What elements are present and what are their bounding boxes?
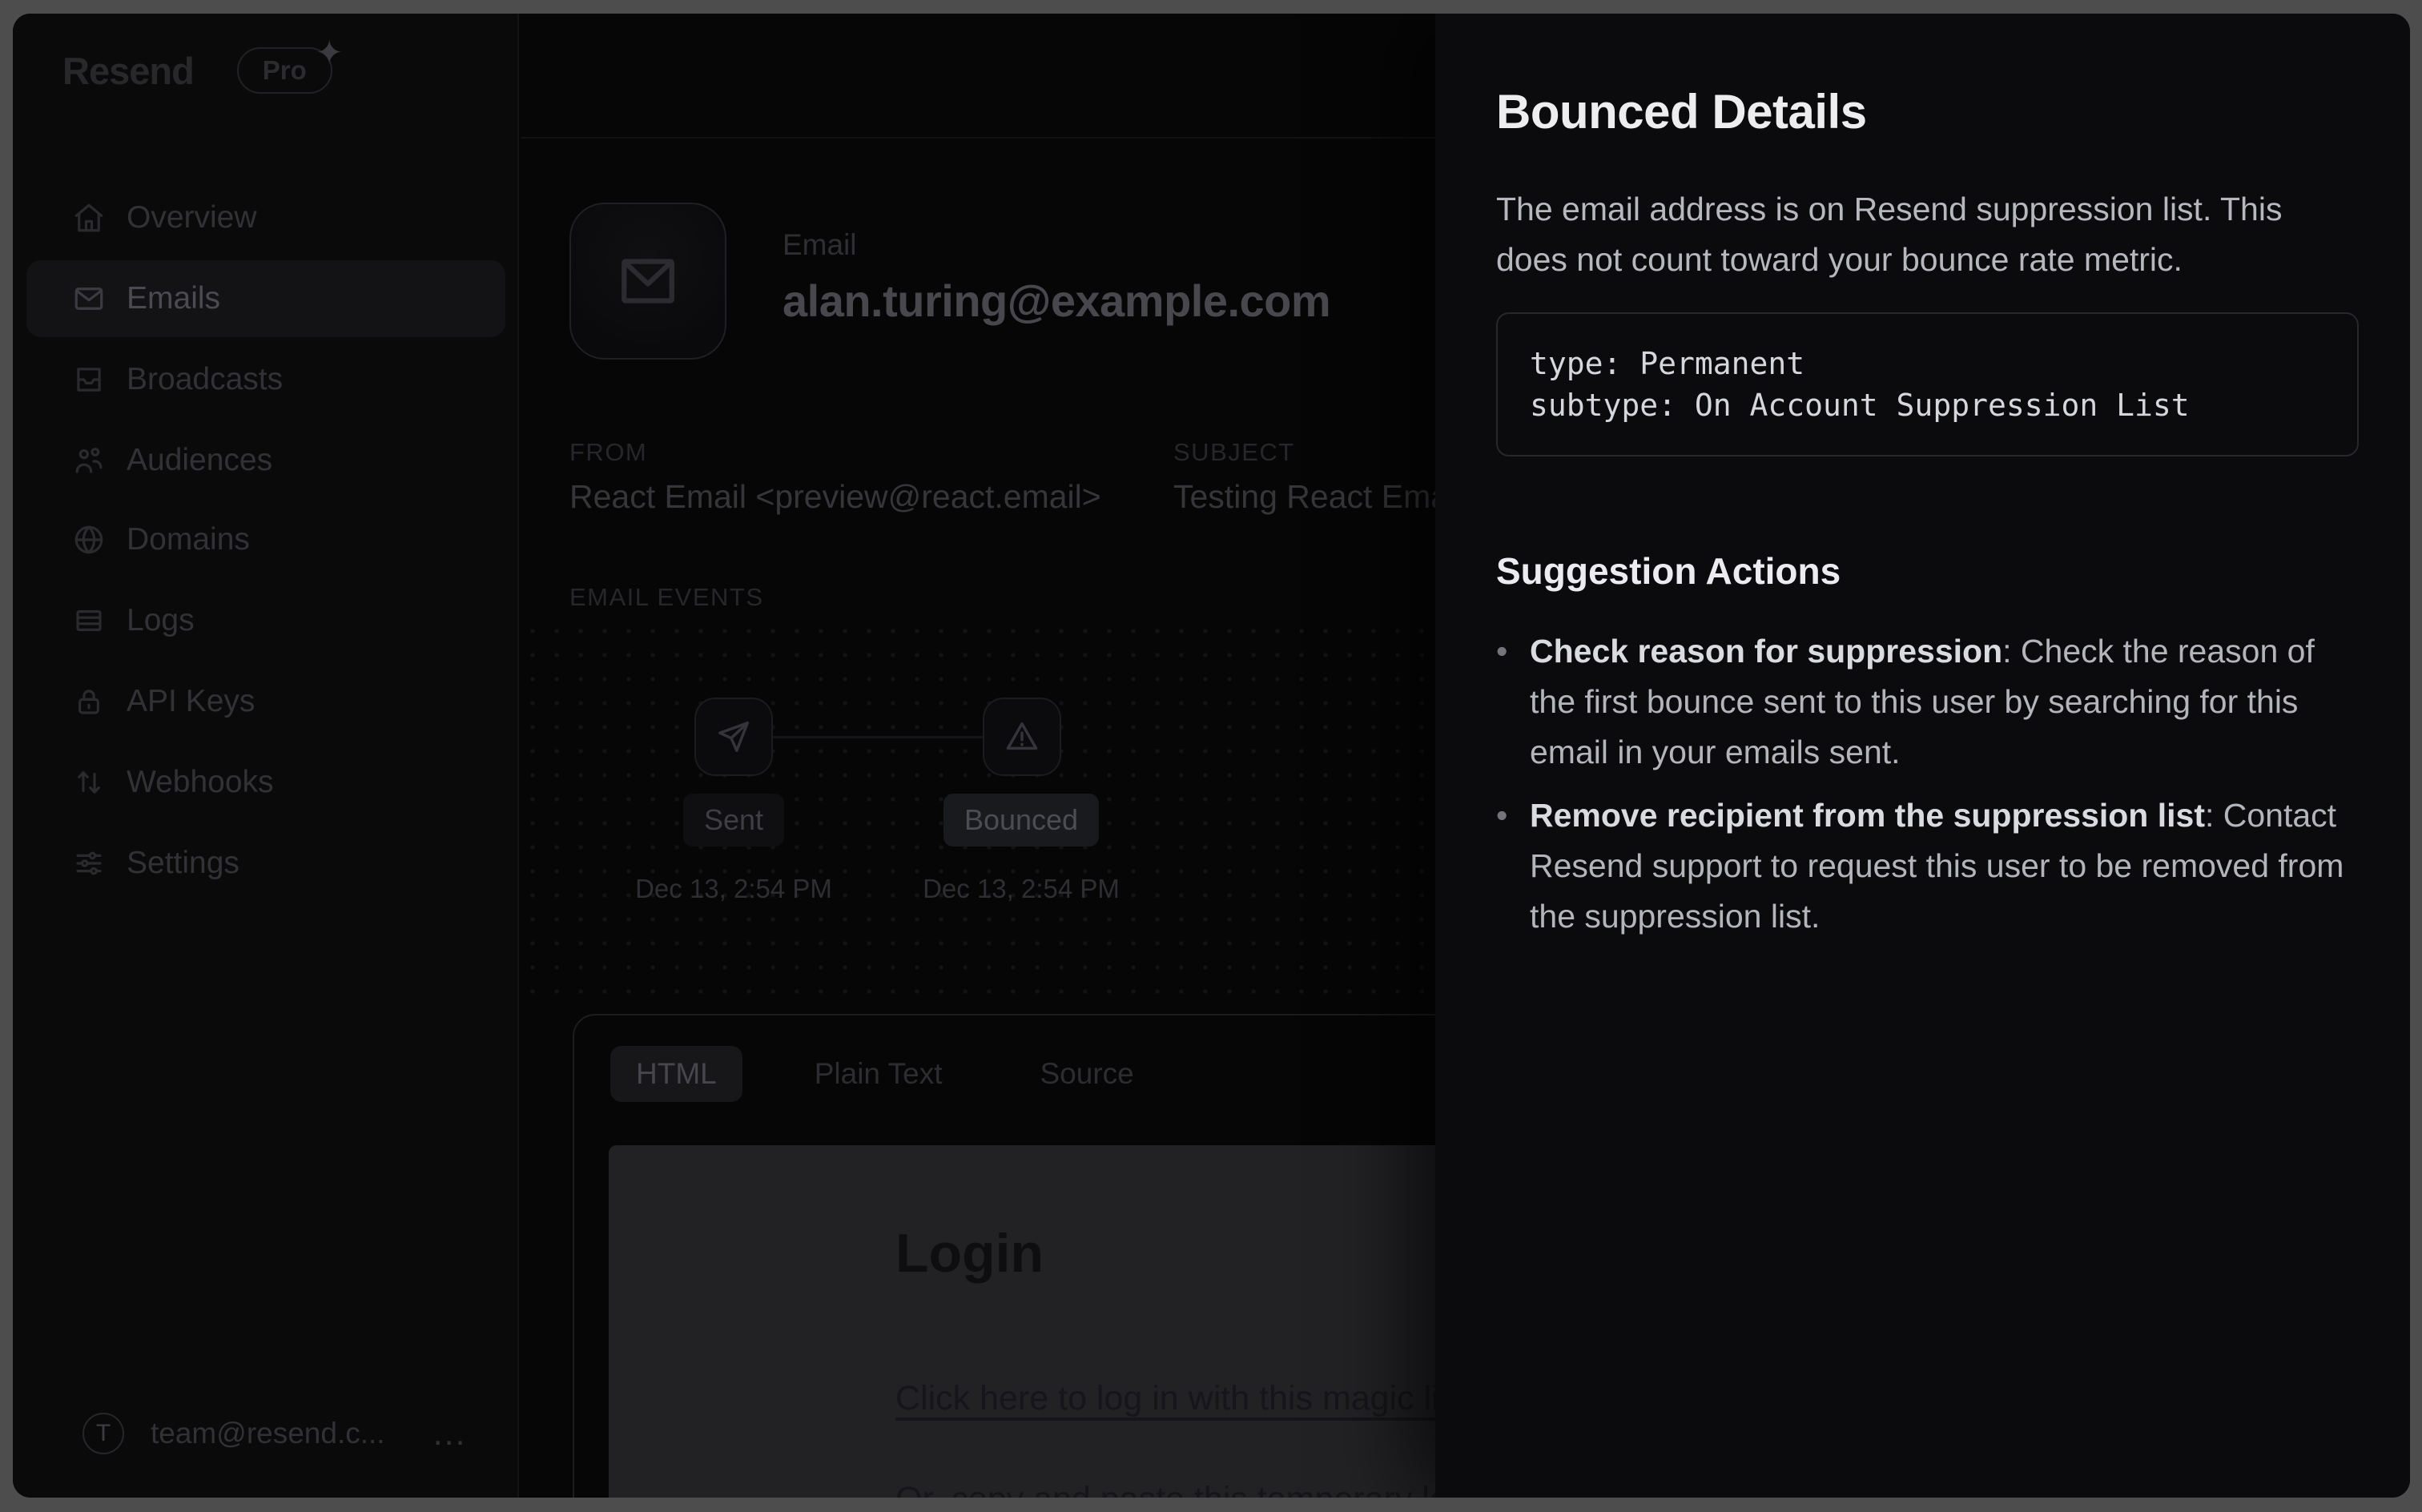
bounced-status-badge[interactable]: Bounced bbox=[943, 794, 1099, 846]
send-icon bbox=[715, 718, 752, 755]
sidebar-item-audiences[interactable]: Audiences bbox=[26, 422, 505, 499]
preview-footer-text: Or, copy and paste this temporary logi bbox=[895, 1480, 1475, 1498]
bounced-timestamp: Dec 13, 2:54 PM bbox=[923, 874, 1120, 904]
sidebar-item-label: Audiences bbox=[127, 443, 272, 478]
app-window: Resend Pro ✦ Overview Emails Broadcasts … bbox=[13, 14, 2410, 1498]
bullet-icon: • bbox=[1496, 790, 1507, 841]
email-icon-tile bbox=[569, 203, 726, 360]
user-row[interactable]: T team@resend.c... … bbox=[82, 1413, 470, 1454]
sidebar-item-logs[interactable]: Logs bbox=[26, 582, 505, 659]
globe-icon bbox=[72, 523, 106, 557]
preview-tabs: HTML Plain Text Source bbox=[610, 1046, 1160, 1102]
preview-heading: Login bbox=[895, 1222, 1044, 1285]
recipient-address: alan.turing@example.com bbox=[783, 275, 1330, 327]
tab-plain-text[interactable]: Plain Text bbox=[789, 1046, 968, 1102]
email-events-label: EMAIL EVENTS bbox=[569, 583, 764, 612]
pro-badge: Pro ✦ bbox=[237, 47, 332, 94]
sidebar-item-label: Settings bbox=[127, 846, 239, 881]
home-icon bbox=[72, 201, 106, 235]
pro-badge-label: Pro bbox=[263, 55, 307, 85]
sidebar-item-overview[interactable]: Overview bbox=[26, 179, 505, 256]
sidebar-item-label: Broadcasts bbox=[127, 362, 283, 397]
sidebar-item-label: API Keys bbox=[127, 684, 255, 719]
arrows-up-down-icon bbox=[72, 766, 106, 799]
envelope-icon bbox=[614, 247, 682, 315]
sidebar-item-label: Logs bbox=[127, 603, 195, 638]
bounced-details-drawer: Bounced Details The email address is on … bbox=[1435, 14, 2410, 1498]
sidebar-item-label: Domains bbox=[127, 522, 250, 557]
sidebar-item-label: Overview bbox=[127, 200, 257, 235]
bounce-code-block: type: Permanent subtype: On Account Supp… bbox=[1496, 312, 2359, 456]
recipient-type-label: Email bbox=[783, 228, 857, 262]
bullet-icon: • bbox=[1496, 626, 1507, 677]
sidebar-item-label: Emails bbox=[127, 281, 220, 316]
sidebar-item-api-keys[interactable]: API Keys bbox=[26, 663, 505, 740]
timeline-connector bbox=[773, 736, 983, 738]
from-value: React Email <preview@react.email> bbox=[569, 478, 1101, 516]
inbox-icon bbox=[72, 363, 106, 396]
rows-icon bbox=[72, 604, 106, 637]
magic-link[interactable]: Click here to log in with this magic lin… bbox=[895, 1379, 1475, 1418]
suggestion-item: •Remove recipient from the suppression l… bbox=[1496, 790, 2359, 942]
user-email: team@resend.c... bbox=[151, 1417, 385, 1450]
ellipsis-menu-icon[interactable]: … bbox=[432, 1413, 470, 1454]
suggestion-actions-title: Suggestion Actions bbox=[1496, 549, 2359, 593]
logo-row: Resend Pro ✦ bbox=[62, 47, 332, 94]
sidebar-item-label: Webhooks bbox=[127, 765, 274, 800]
suggestion-item: •Check reason for suppression: Check the… bbox=[1496, 626, 2359, 778]
sliders-icon bbox=[72, 846, 106, 880]
drawer-title: Bounced Details bbox=[1496, 84, 2359, 139]
from-label: FROM bbox=[569, 438, 647, 467]
users-icon bbox=[72, 444, 106, 477]
sent-timestamp: Dec 13, 2:54 PM bbox=[635, 874, 832, 904]
bounce-type-line: type: Permanent bbox=[1530, 343, 2325, 384]
tab-html[interactable]: HTML bbox=[610, 1046, 742, 1102]
sidebar-item-domains[interactable]: Domains bbox=[26, 501, 505, 578]
bounce-subtype-line: subtype: On Account Suppression List bbox=[1530, 384, 2325, 426]
subject-value: Testing React Email bbox=[1173, 478, 1463, 516]
resend-logo: Resend bbox=[62, 49, 194, 93]
sidebar-item-settings[interactable]: Settings bbox=[26, 825, 505, 902]
sidebar-item-emails[interactable]: Emails bbox=[26, 260, 505, 337]
avatar: T bbox=[82, 1413, 124, 1454]
lock-icon bbox=[72, 685, 106, 718]
bounced-event-tile bbox=[983, 698, 1061, 776]
subject-label: SUBJECT bbox=[1173, 438, 1295, 467]
mail-icon bbox=[72, 282, 106, 316]
sidebar: Resend Pro ✦ Overview Emails Broadcasts … bbox=[13, 14, 519, 1498]
suggestion-list: •Check reason for suppression: Check the… bbox=[1496, 626, 2359, 942]
sparkle-icon: ✦ bbox=[316, 33, 344, 72]
drawer-description: The email address is on Resend suppressi… bbox=[1496, 184, 2359, 285]
warning-triangle-icon bbox=[1004, 718, 1040, 755]
tab-source[interactable]: Source bbox=[1014, 1046, 1159, 1102]
sidebar-item-broadcasts[interactable]: Broadcasts bbox=[26, 341, 505, 418]
sidebar-item-webhooks[interactable]: Webhooks bbox=[26, 744, 505, 821]
sent-event-tile bbox=[694, 698, 773, 776]
sent-status-badge: Sent bbox=[683, 794, 784, 846]
